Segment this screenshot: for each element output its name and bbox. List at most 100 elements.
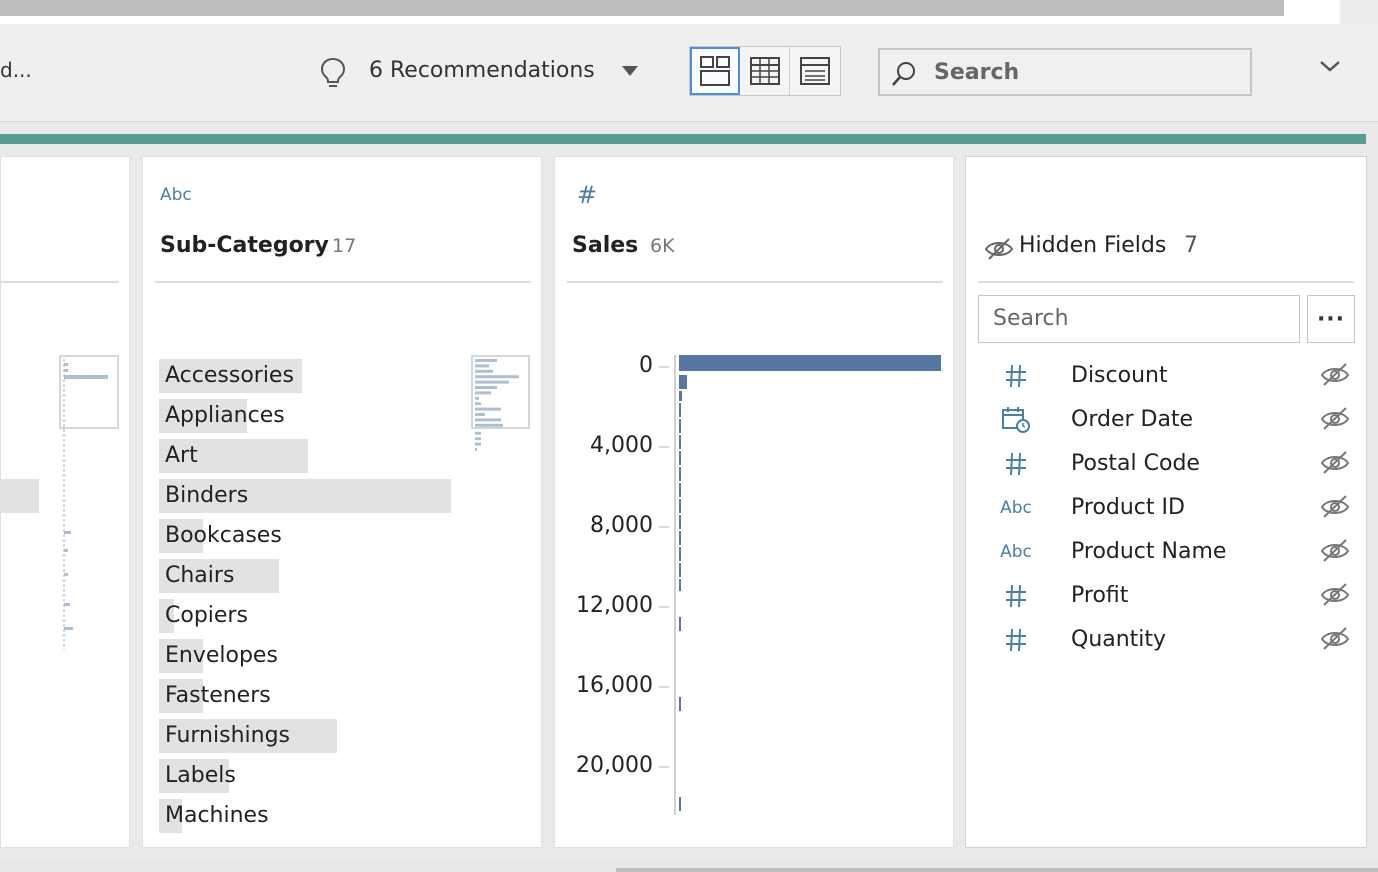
unhide-eye-icon[interactable] [1320,537,1350,567]
category-value-row[interactable]: Art [159,439,451,473]
histogram-bar[interactable] [679,375,687,389]
unhide-eye-icon[interactable] [1320,361,1350,391]
histogram-bar[interactable] [679,355,941,371]
hidden-field-name: Postal Code [1071,451,1200,476]
category-value-row[interactable]: Appliances [159,399,451,433]
number-type-icon [996,625,1036,655]
histogram-bar[interactable] [679,697,681,711]
chevron-down-icon[interactable] [622,66,638,76]
hidden-field-name: Product ID [1071,495,1185,520]
histogram-bar[interactable] [679,617,681,631]
profile-card-sales[interactable]: # Sales 6K 0 4,000 8,000 12,000 16,000 20,000 [554,156,954,848]
lightbulb-icon[interactable] [318,56,348,94]
list-view-button[interactable] [740,47,790,95]
hidden-field-row[interactable]: Profit [978,575,1358,619]
category-value-row[interactable]: Furnishings [159,719,451,753]
flow-step-accent-bar [0,134,1366,144]
mini-histogram-bar [475,369,493,373]
number-type-icon[interactable]: # [577,181,597,209]
unhide-eye-icon[interactable] [1320,581,1350,611]
string-type-icon[interactable]: Abc [160,185,192,205]
histogram-bar[interactable] [679,435,681,449]
histogram-bar[interactable] [679,563,681,577]
hidden-field-row[interactable]: Abc Product ID [978,487,1358,531]
hidden-field-row[interactable]: Order Date [978,399,1358,443]
horizontal-scrollbar[interactable] [0,0,1378,24]
unhide-eye-icon[interactable] [1320,493,1350,523]
histogram-bar[interactable] [679,547,681,561]
hidden-fields-card: Hidden Fields 7 Search ··· Discount Order… [965,156,1367,848]
histogram-bar[interactable] [679,391,682,401]
mini-histogram-bar [475,448,477,451]
mini-histogram-bar [475,431,481,435]
mini-histogram-bar [475,418,501,422]
search-placeholder: Search [934,60,1020,85]
mini-histogram-bar [475,402,481,406]
unhide-eye-icon[interactable] [1320,449,1350,479]
mini-histogram-bar [475,359,497,362]
sales-histogram[interactable] [655,353,945,819]
hidden-field-row[interactable]: Postal Code [978,443,1358,487]
hidden-field-row[interactable]: Quantity [978,619,1358,663]
data-grid-icon [800,57,830,85]
data-grid-view-button[interactable] [790,47,840,95]
category-value-label: Appliances [165,403,285,428]
category-value-row[interactable]: Machines [159,799,451,833]
histogram-bar[interactable] [679,531,681,545]
more-options-button[interactable]: ··· [1307,295,1355,343]
card-divider [1,281,119,283]
category-value-row[interactable]: Binders [159,479,451,513]
field-name[interactable]: Sales [572,233,638,258]
distinct-count: 6K [650,235,675,257]
histogram-bar[interactable] [679,579,681,591]
category-value-row[interactable]: Fasteners [159,679,451,713]
view-toggle-group [689,46,841,96]
table-icon [749,57,780,85]
histogram-bar[interactable] [679,403,681,417]
prep-profile-pane: d... 6 Recommendations Search Abc Sub-Ca… [0,0,1378,872]
histogram-bar[interactable] [679,419,681,433]
field-name[interactable]: Sub-Category [160,233,329,258]
string-type-icon: Abc [1000,498,1032,518]
hidden-fields-search-input[interactable]: Search [978,295,1300,343]
unhide-eye-icon[interactable] [1320,625,1350,655]
card-divider [567,281,943,283]
toolbar-search-input[interactable]: Search [878,48,1252,96]
category-value-row[interactable]: Bookcases [159,519,451,553]
recommendations-button[interactable]: 6 Recommendations [369,58,595,83]
category-value-label: Accessories [165,363,294,388]
histogram-bar[interactable] [679,467,681,481]
mini-histogram-bar [475,396,479,400]
collapse-chevron-icon[interactable] [1318,58,1342,78]
profile-view-button[interactable] [690,47,740,95]
histogram-bar[interactable] [679,451,681,465]
scrollbar-thumb[interactable] [0,0,1284,16]
summary-histogram [59,355,119,650]
card-divider [155,281,531,283]
number-type-icon [996,449,1036,479]
hidden-field-name: Quantity [1071,627,1167,652]
axis-tick-label: 0 [639,353,653,378]
profile-card-sub-category[interactable]: Abc Sub-Category 17 Accessories Appliance… [142,156,542,848]
category-value-row[interactable]: Labels [159,759,451,793]
mini-histogram-bar [475,391,491,395]
histogram-bar[interactable] [679,515,681,529]
hidden-field-row[interactable]: Discount [978,355,1358,399]
hidden-field-row[interactable]: Abc Product Name [978,531,1358,575]
mini-histogram-bar [475,407,501,411]
hidden-field-name: Product Name [1071,539,1227,564]
category-value-label: Envelopes [165,643,278,668]
category-value-label: Bookcases [165,523,282,548]
histogram-bar[interactable] [679,797,681,811]
category-value-row[interactable]: Chairs [159,559,451,593]
bottom-scrollbar-thumb[interactable] [616,868,1378,872]
summary-histogram[interactable] [471,355,531,461]
histogram-bar[interactable] [679,499,681,513]
category-value-label: Labels [165,763,236,788]
category-value-label: Binders [165,483,249,508]
unhide-eye-icon[interactable] [1320,405,1350,435]
histogram-bar[interactable] [679,483,681,497]
category-value-row[interactable]: Accessories [159,359,451,393]
category-value-row[interactable]: Copiers [159,599,451,633]
category-value-row[interactable]: Envelopes [159,639,451,673]
